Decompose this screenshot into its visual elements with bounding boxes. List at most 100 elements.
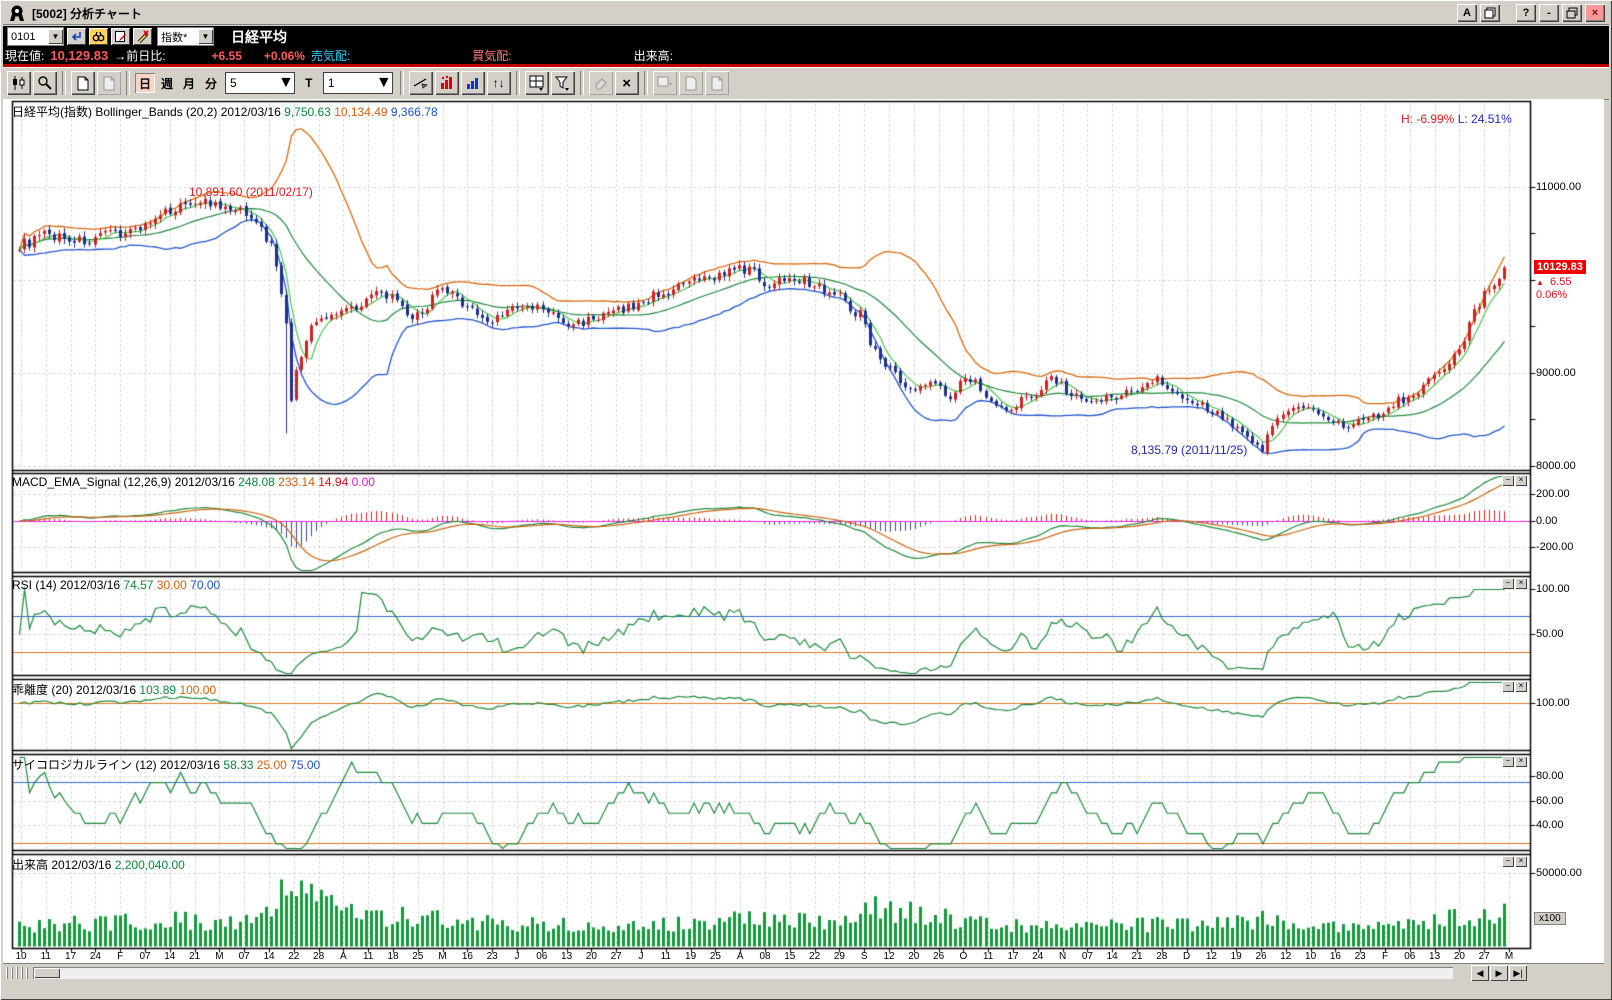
duplicate-window-button[interactable]	[1480, 4, 1500, 22]
titlebar: [5002] 分析チャート A ? - ×	[3, 2, 1609, 25]
x-axis-label: 13	[1424, 951, 1446, 962]
axis-label: 40.00	[1536, 819, 1564, 831]
symbol-code-input[interactable]: 0101	[8, 31, 48, 43]
x-axis-label: 19	[680, 951, 702, 962]
x-axis-label: 26	[1250, 951, 1272, 962]
change-pct-value: +0.06%	[264, 49, 305, 63]
trendline-draw-button[interactable]	[409, 71, 433, 95]
rsi-panel-controls: −×	[1502, 578, 1527, 589]
candlestick-mode-button[interactable]	[7, 71, 31, 95]
indicator-blue-button[interactable]	[461, 71, 485, 95]
up-arrow-icon: ▲	[1536, 278, 1544, 287]
restore-button[interactable]	[1562, 4, 1582, 22]
app-window: [5002] 分析チャート A ? - × 0101 ▼	[0, 0, 1612, 1000]
scale-updown-button[interactable]: ↑↓	[487, 71, 511, 95]
period-minute-button[interactable]: 分	[201, 73, 221, 93]
minimize-button[interactable]: -	[1539, 4, 1559, 22]
enter-button[interactable]	[67, 28, 86, 45]
x-axis-label: 07	[134, 951, 156, 962]
h-stat: H: -6.99%	[1401, 112, 1454, 126]
rsi-value: 74.57	[123, 578, 153, 592]
eraser-button[interactable]	[589, 71, 613, 95]
macd-close-button[interactable]: ×	[1515, 475, 1527, 486]
macd-minimize-button[interactable]: −	[1502, 475, 1514, 486]
x-axis-label: F	[109, 951, 131, 962]
minute-interval-value[interactable]: 5	[226, 76, 278, 90]
chart-canvas[interactable]	[3, 99, 1604, 966]
x-axis-label: 18	[382, 951, 404, 962]
no-edit-button[interactable]	[133, 28, 152, 45]
minute-interval-dropdown-icon[interactable]: ▼	[278, 74, 294, 92]
symbol-name: 日経平均	[231, 27, 287, 47]
x-axis-label: A	[332, 951, 354, 962]
x-axis-label: 22	[283, 951, 305, 962]
print-page-button[interactable]	[705, 71, 729, 95]
copy-page-button[interactable]	[97, 71, 121, 95]
x-axis-label: 12	[1275, 951, 1297, 962]
tick-mode-button[interactable]: T	[299, 73, 319, 93]
axis-label: 100.00	[1536, 583, 1570, 595]
edit-note-button[interactable]	[111, 28, 130, 45]
x-axis-label: 23	[481, 951, 503, 962]
resize-grip[interactable]	[6, 967, 28, 979]
scroll-prev-button[interactable]: ◀	[1471, 965, 1489, 981]
scroll-next-button[interactable]: ▶	[1490, 965, 1508, 981]
period-week-button[interactable]: 週	[157, 73, 177, 93]
rsi-close-button[interactable]: ×	[1515, 578, 1527, 589]
x-axis-label: F	[1374, 951, 1396, 962]
deviation-minimize-button[interactable]: −	[1502, 681, 1514, 692]
scroll-end-button[interactable]: ▶|	[1509, 965, 1527, 981]
deviation-close-button[interactable]: ×	[1515, 681, 1527, 692]
x-axis-label: 10	[10, 951, 32, 962]
deviation-base-value: 100.00	[176, 683, 216, 697]
category-combo: 指数* ▼	[157, 27, 214, 46]
indicator-red-button[interactable]	[435, 71, 459, 95]
x-axis-label: 11	[357, 951, 379, 962]
x-axis-label: 16	[456, 951, 478, 962]
x-axis-label: 06	[1399, 951, 1421, 962]
new-page-button[interactable]	[71, 71, 95, 95]
x-axis-label: 24	[84, 951, 106, 962]
category-value[interactable]: 指数*	[158, 29, 198, 45]
period-day-button[interactable]: 日	[135, 73, 155, 93]
volume-close-button[interactable]: ×	[1515, 856, 1527, 867]
axis-label: 50000.00	[1536, 867, 1582, 879]
delete-all-button[interactable]: ×	[615, 71, 639, 95]
period-month-button[interactable]: 月	[179, 73, 199, 93]
help-button[interactable]: ?	[1516, 4, 1536, 22]
current-pct-tag: 0.06%	[1536, 289, 1567, 301]
scrollbar-thumb[interactable]	[34, 968, 60, 978]
x-axis-label: 22	[804, 951, 826, 962]
volume-panel-header: 出来高 2012/03/16 2,200,040.00	[12, 856, 185, 873]
x-axis-label: 20	[903, 951, 925, 962]
zoom-button[interactable]	[33, 71, 57, 95]
x-axis-label: M	[432, 951, 454, 962]
axis-label: 11000.00	[1536, 181, 1581, 193]
x-axis-label: 11	[977, 951, 999, 962]
deviation-panel-controls: −×	[1502, 681, 1527, 692]
font-button[interactable]: A	[1457, 4, 1477, 22]
tick-interval-dropdown-icon[interactable]: ▼	[376, 74, 392, 92]
close-button[interactable]: ×	[1585, 4, 1605, 22]
volume-minimize-button[interactable]: −	[1502, 856, 1514, 867]
export-page-button[interactable]	[679, 71, 703, 95]
grid-layout-button[interactable]	[525, 71, 549, 95]
chart-region: 日経平均(指数) Bollinger_Bands (20,2) 2012/03/…	[3, 99, 1604, 983]
x-axis-label: 21	[1126, 951, 1148, 962]
filter-button[interactable]	[551, 71, 575, 95]
bid-label: 買気配:	[472, 47, 511, 64]
axis-label: 50.00	[1536, 628, 1564, 640]
psychological-panel-controls: −×	[1502, 756, 1527, 767]
category-dropdown-icon[interactable]: ▼	[198, 29, 213, 44]
tick-interval-value[interactable]: 1	[324, 76, 376, 90]
search-binoculars-button[interactable]	[89, 28, 108, 45]
save-layout-button[interactable]	[653, 71, 677, 95]
price-bar: 現在値: 10,129.83 →前日比: +6.55 +0.06% 売気配: 買…	[3, 47, 1609, 64]
psychological-minimize-button[interactable]: −	[1502, 756, 1514, 767]
rsi-minimize-button[interactable]: −	[1502, 578, 1514, 589]
minute-interval-combo: 5 ▼	[225, 72, 295, 94]
psychological-close-button[interactable]: ×	[1515, 756, 1527, 767]
axis-label: 200.00	[1536, 488, 1570, 500]
horizontal-scrollbar[interactable]	[33, 967, 1453, 979]
symbol-code-dropdown-icon[interactable]: ▼	[48, 29, 63, 44]
